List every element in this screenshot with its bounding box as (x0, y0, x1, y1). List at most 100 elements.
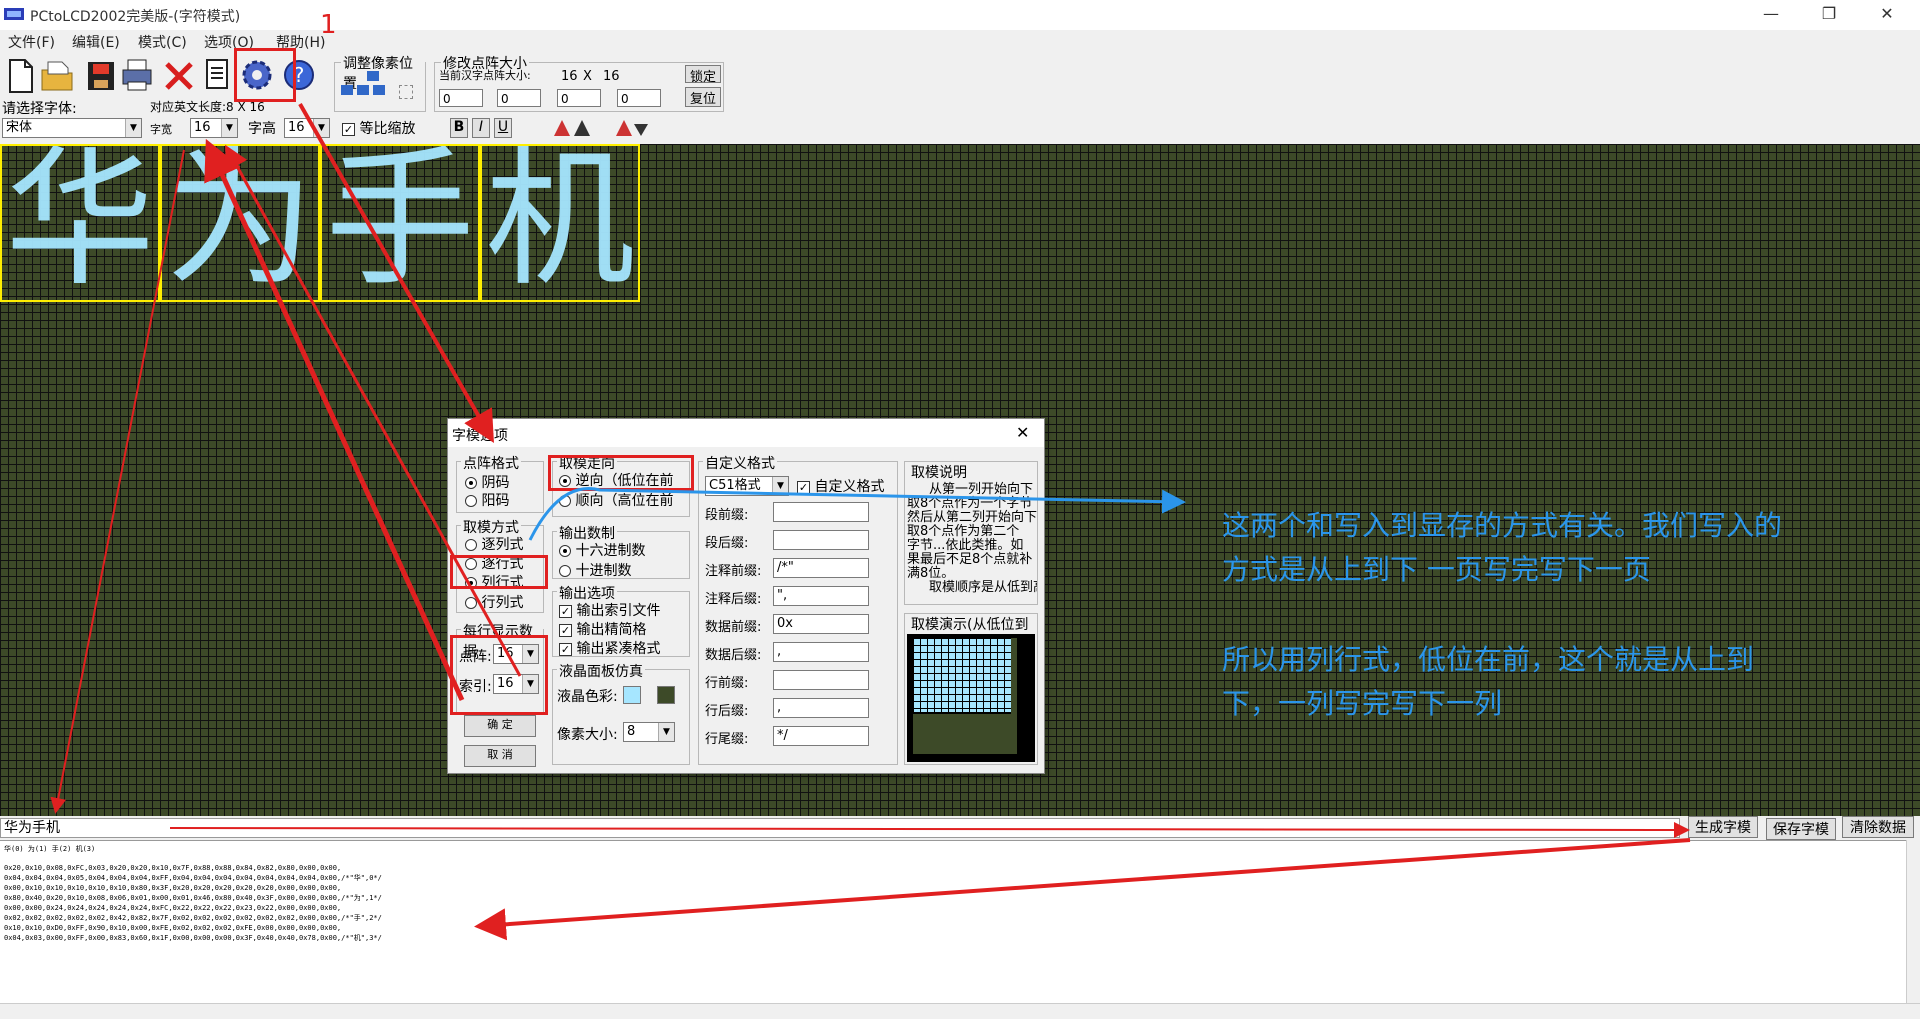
app-icon (4, 8, 24, 20)
save-icon[interactable] (84, 56, 118, 94)
demo-preview (907, 634, 1035, 762)
code-line: 0x00,0x10,0x10,0x10,0x10,0x10,0x80,0x3F,… (4, 884, 342, 892)
code-line: 0x10,0x10,0xD0,0xFF,0x90,0x10,0x00,0xFE,… (4, 924, 342, 932)
demo-group: 取模演示(从低位到 (904, 613, 1038, 765)
demo-remaining (913, 714, 1017, 754)
dialog-close-icon[interactable]: ✕ (1016, 423, 1029, 442)
field-value: /*" (777, 560, 794, 575)
minimize-button[interactable]: — (1748, 0, 1794, 30)
restore-button[interactable]: ❐ (1806, 0, 1852, 30)
generate-button[interactable]: 生成字模 (1688, 816, 1758, 838)
radio-icon (559, 565, 571, 577)
radio-yang[interactable]: 阳码 (465, 490, 509, 510)
reset-button[interactable]: 复位 (685, 87, 721, 107)
field-input[interactable]: */ (773, 726, 869, 746)
custom-format-check-label: 自定义格式 (814, 479, 885, 495)
move-center-icon[interactable] (357, 85, 369, 95)
document-icon[interactable] (200, 56, 234, 94)
radio-hex[interactable]: 十六进制数 (559, 540, 645, 560)
radio-forward[interactable]: 顺向（高位在前 (559, 490, 673, 510)
font-select-label: 请选择字体: (2, 101, 77, 117)
field-input[interactable]: , (773, 698, 869, 718)
pixel-color-swatch[interactable] (623, 686, 641, 704)
radio-dec-label: 十进制数 (575, 563, 632, 579)
radio-dec[interactable]: 十进制数 (559, 560, 631, 580)
custom-format-checkbox[interactable]: ✓ 自定义格式 (797, 476, 897, 496)
check-compact[interactable]: ✓ 输出紧凑格式 (559, 638, 660, 658)
pixel-size-label: 像素大小: (557, 727, 618, 743)
width-right-value: 0 (561, 92, 569, 106)
annotation-box-direction (548, 455, 694, 491)
width-left-spin[interactable]: 0 (439, 89, 483, 107)
height-down-value: 0 (621, 92, 629, 106)
field-input[interactable] (773, 530, 869, 550)
menu-mode[interactable]: 模式(C) (138, 32, 187, 52)
chevron-down-icon: ▼ (772, 477, 788, 495)
annotation-number: 1 (320, 10, 337, 40)
output-textarea[interactable]: 华(0) 为(1) 手(2) 机(3) 0x20,0x10,0x08,0xFC,… (0, 840, 1920, 1019)
print-icon[interactable] (120, 56, 154, 94)
annotation-box-mode (450, 555, 548, 589)
radio-forward-label: 顺向（高位在前 (575, 493, 674, 509)
menu-file[interactable]: 文件(F) (8, 32, 55, 52)
field-label: 注释前缀: (705, 564, 762, 579)
menu-edit[interactable]: 编辑(E) (72, 32, 120, 52)
check-index-file[interactable]: ✓ 输出索引文件 (559, 600, 660, 620)
text-input[interactable]: 华为手机 (0, 818, 1680, 838)
title-bar: PCtoLCD2002完美版-(字符模式) — ❐ ✕ (0, 0, 1920, 30)
radio-yin[interactable]: 阴码 (465, 472, 509, 492)
field-input[interactable]: ", (773, 586, 869, 606)
current-size-h: 16 (603, 69, 620, 84)
vertical-scrollbar[interactable] (1906, 840, 1920, 1003)
field-input[interactable] (773, 670, 869, 690)
char-box (160, 144, 320, 302)
new-file-icon[interactable] (4, 56, 38, 94)
lock-button[interactable]: 锁定 (685, 65, 721, 85)
delete-icon[interactable] (162, 56, 196, 94)
height-up-spin[interactable]: 0 (497, 89, 541, 107)
move-up-icon[interactable] (367, 71, 379, 81)
close-button[interactable]: ✕ (1864, 0, 1910, 30)
output-options-group: 输出选项 ✓ 输出索引文件 ✓ 输出精简格 ✓ 输出紧凑格式 (552, 583, 690, 658)
code-line: 0x04,0x03,0x00,0xFF,0x00,0x83,0x60,0x1F,… (4, 934, 382, 942)
pixel-size-select[interactable]: 8 ▼ (623, 722, 675, 742)
field-input[interactable] (773, 502, 869, 522)
field-label: 行后缀: (705, 704, 749, 719)
save-font-button[interactable]: 保存字模 (1766, 818, 1836, 840)
field-label: 行尾缀: (705, 732, 749, 747)
lcd-sim-label: 液晶面板仿真 (557, 661, 645, 681)
move-down-icon[interactable] (399, 85, 413, 99)
field-input[interactable]: , (773, 642, 869, 662)
dot-format-label: 点阵格式 (461, 453, 521, 473)
current-size-x: X (583, 69, 592, 84)
open-folder-icon[interactable] (40, 56, 74, 94)
menu-bar: 文件(F) 编辑(E) 模式(C) 选项(O) 帮助(H) (0, 30, 1920, 52)
horizontal-scrollbar[interactable] (0, 1003, 1920, 1019)
char-box (0, 144, 160, 302)
radio-row-col[interactable]: 行列式 (465, 592, 523, 612)
cancel-button[interactable]: 取 消 (464, 745, 536, 767)
check-simple[interactable]: ✓ 输出精简格 (559, 619, 646, 639)
field-input[interactable]: 0x (773, 614, 869, 634)
bg-color-swatch[interactable] (657, 686, 675, 704)
annotation-box-gear (234, 48, 296, 102)
check-compact-label: 输出紧凑格式 (576, 641, 661, 657)
clear-data-button[interactable]: 清除数据 (1842, 816, 1914, 838)
field-input[interactable]: /*" (773, 558, 869, 578)
format-select[interactable]: C51格式 ▼ (705, 476, 789, 496)
lcd-sim-group: 液晶面板仿真 液晶色彩: 像素大小: 8 ▼ (552, 661, 690, 765)
radio-icon (559, 495, 571, 507)
radio-col-label: 逐列式 (481, 537, 524, 553)
move-left-icon[interactable] (341, 85, 353, 95)
field-label: 行前缀: (705, 676, 749, 691)
height-down-spin[interactable]: 0 (617, 89, 661, 107)
field-value: , (777, 644, 782, 659)
checkbox-icon: ✓ (559, 623, 572, 637)
width-right-spin[interactable]: 0 (557, 89, 601, 107)
checkbox-icon: ✓ (559, 604, 572, 618)
move-right-icon[interactable] (373, 85, 385, 95)
radio-row-col-label: 行列式 (481, 595, 524, 611)
ok-button[interactable]: 确 定 (464, 715, 536, 737)
radio-col[interactable]: 逐列式 (465, 534, 523, 554)
annotation-text-line: 方式是从上到下 一页写完写下一页 (1222, 553, 1651, 586)
